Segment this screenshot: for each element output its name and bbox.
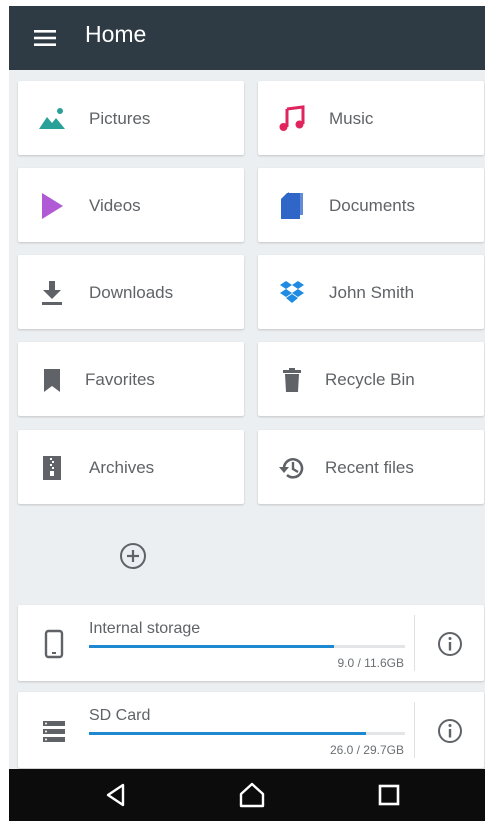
storage-usage-bar: [89, 645, 405, 648]
storage-name: SD Card: [89, 707, 151, 724]
zip-archive-icon: [43, 456, 61, 480]
tile-dropbox-account[interactable]: John Smith: [258, 255, 484, 329]
document-stack-icon: [281, 192, 303, 219]
tile-label: John Smith: [329, 283, 415, 302]
tile-music[interactable]: Music: [258, 81, 484, 155]
top-app-bar: Home: [9, 6, 485, 70]
sd-card-icon: [43, 721, 65, 742]
tile-label: Archives: [89, 458, 155, 477]
storage-size: 9.0 / 11.6GB: [337, 656, 405, 670]
trash-icon: [283, 368, 301, 392]
tile-label: Pictures: [89, 109, 151, 128]
tile-pictures[interactable]: Pictures: [18, 81, 244, 155]
divider: [414, 615, 415, 671]
tile-label: Favorites: [85, 370, 155, 389]
tile-recent-files[interactable]: Recent files: [258, 430, 484, 504]
storage-usage-fill: [89, 645, 335, 648]
tile-documents[interactable]: Documents: [258, 168, 484, 242]
phone-icon: [44, 629, 64, 659]
storage-name: Internal storage: [89, 620, 201, 637]
info-icon[interactable]: [436, 717, 464, 745]
bookmark-icon: [44, 369, 60, 392]
info-icon[interactable]: [436, 630, 464, 658]
dropbox-icon: [280, 281, 304, 303]
tile-videos[interactable]: Videos: [18, 168, 244, 242]
tile-downloads[interactable]: Downloads: [18, 255, 244, 329]
landscape-image-icon: [39, 108, 65, 129]
download-arrow-icon: [42, 281, 62, 305]
tile-label: Videos: [89, 196, 141, 215]
storage-size: 26.0 / 29.7GB: [329, 743, 404, 757]
back-triangle-icon[interactable]: [103, 781, 131, 809]
tile-label: Recycle Bin: [325, 370, 415, 389]
tile-label: Documents: [329, 196, 415, 215]
storage-usage-fill: [89, 732, 366, 735]
play-triangle-icon: [42, 193, 63, 219]
storage-usage-bar: [89, 732, 405, 735]
tile-archives[interactable]: Archives: [18, 430, 244, 504]
tile-recycle-bin[interactable]: Recycle Bin: [258, 342, 484, 416]
storage-sd-card[interactable]: SD Card 26.0 / 29.7GB: [18, 692, 484, 768]
system-navigation-bar: [9, 769, 485, 821]
hamburger-menu-icon[interactable]: [32, 24, 60, 52]
app-screen: Home Pictures Music Videos Documents Dow…: [9, 6, 485, 821]
tile-label: Music: [329, 109, 374, 128]
divider: [414, 702, 415, 758]
tile-label: Recent files: [325, 458, 414, 477]
recents-square-icon[interactable]: [375, 781, 403, 809]
storage-internal[interactable]: Internal storage 9.0 / 11.6GB: [18, 605, 484, 681]
tile-favorites[interactable]: Favorites: [18, 342, 244, 416]
music-note-icon: [279, 105, 305, 131]
history-clock-icon: [279, 458, 304, 479]
tile-label: Downloads: [89, 283, 174, 302]
page-title: Home: [85, 21, 147, 47]
home-icon[interactable]: [238, 781, 266, 809]
add-circle-icon[interactable]: [118, 541, 148, 571]
